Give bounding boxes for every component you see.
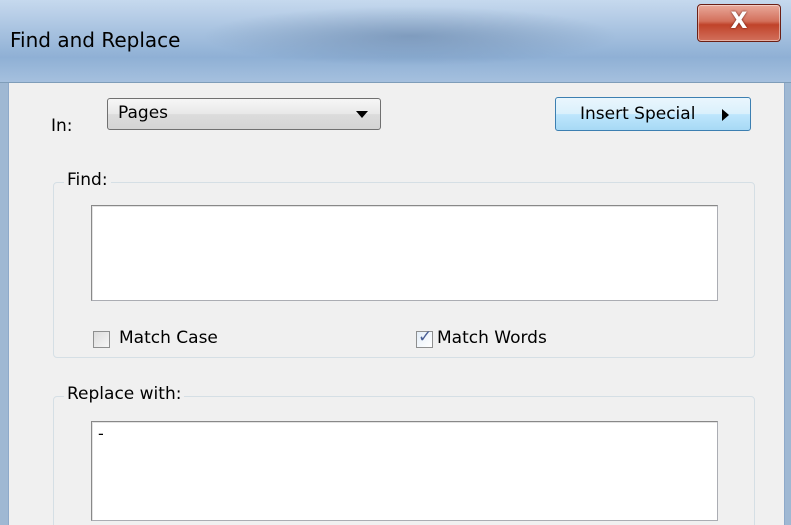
checkmark-icon: ✓	[418, 327, 433, 347]
window-title: Find and Replace	[10, 28, 181, 52]
insert-special-button[interactable]: Insert Special	[555, 97, 751, 131]
match-case-label[interactable]: Match Case	[119, 328, 218, 348]
insert-special-label: Insert Special	[580, 104, 696, 124]
chevron-right-icon	[722, 109, 729, 121]
match-case-checkbox[interactable]	[93, 331, 110, 348]
dialog-body: In: Pages Insert Special Find: Match Cas…	[8, 83, 785, 525]
replace-input-value: -	[98, 424, 104, 443]
title-bar[interactable]: Find and Replace X	[0, 0, 791, 83]
match-words-label[interactable]: Match Words	[437, 328, 547, 348]
find-replace-dialog: Find and Replace X In: Pages Insert Spec…	[0, 0, 791, 525]
find-input[interactable]	[91, 205, 718, 301]
chevron-down-icon	[356, 111, 368, 118]
scope-dropdown[interactable]: Pages	[107, 98, 381, 130]
close-icon: X	[730, 9, 748, 34]
close-button[interactable]: X	[697, 4, 781, 42]
replace-group-label: Replace with:	[64, 384, 185, 404]
find-group-label: Find:	[64, 170, 111, 190]
replace-input[interactable]: -	[91, 421, 718, 521]
scope-label: In:	[51, 116, 73, 136]
match-words-checkbox[interactable]: ✓	[416, 327, 433, 348]
scope-dropdown-value: Pages	[118, 103, 169, 123]
